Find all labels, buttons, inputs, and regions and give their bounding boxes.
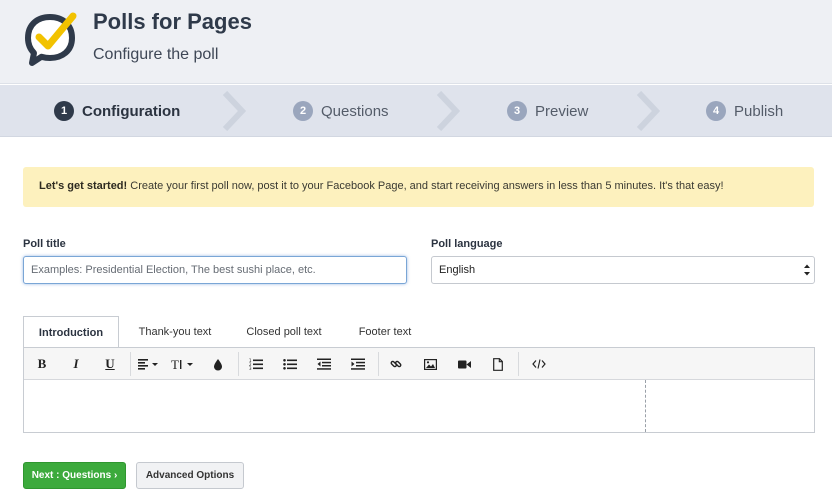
align-icon[interactable] — [134, 348, 164, 380]
tab-closed-poll-text[interactable]: Closed poll text — [235, 316, 333, 348]
select-arrows-icon — [804, 264, 810, 276]
ordered-list-icon[interactable]: 123 — [242, 348, 270, 380]
unordered-list-icon[interactable] — [276, 348, 304, 380]
toolbar-divider — [518, 352, 519, 376]
rich-text-editor: B I U T 123 — [23, 347, 815, 433]
poll-language-label: Poll language — [431, 238, 503, 250]
link-icon[interactable] — [382, 348, 410, 380]
underline-icon[interactable]: U — [96, 348, 124, 380]
chevron-right-icon — [636, 91, 660, 131]
step-configuration[interactable]: 1 Configuration — [54, 85, 180, 137]
tab-footer-text[interactable]: Footer text — [345, 316, 425, 348]
step-label: Preview — [535, 102, 589, 120]
step-publish[interactable]: 4 Publish — [706, 85, 783, 137]
app-title: Polls for Pages — [93, 9, 252, 34]
poll-title-input[interactable] — [23, 256, 407, 284]
app-header: Polls for Pages Configure the poll — [0, 0, 832, 84]
image-icon[interactable] — [416, 348, 444, 380]
page-subtitle: Configure the poll — [93, 46, 219, 63]
alert-heading: Let's get started! — [39, 180, 128, 192]
svg-text:3: 3 — [249, 366, 252, 370]
speech-bubble-checkmark-icon — [25, 12, 77, 66]
getting-started-alert: Let's get started! Create your first pol… — [23, 167, 814, 207]
outdent-icon[interactable] — [310, 348, 338, 380]
editor-toolbar: B I U T 123 — [24, 347, 814, 380]
step-questions[interactable]: 2 Questions — [293, 85, 389, 137]
step-label: Configuration — [82, 102, 181, 120]
toolbar-divider — [238, 352, 239, 376]
step-number: 2 — [293, 101, 313, 121]
color-drop-icon[interactable] — [204, 348, 232, 380]
content-tabs: Introduction Thank-you text Closed poll … — [23, 316, 814, 349]
step-label: Questions — [321, 102, 389, 120]
chevron-right-icon — [222, 91, 246, 131]
advanced-options-button[interactable]: Advanced Options — [136, 462, 244, 489]
tab-introduction[interactable]: Introduction — [23, 316, 119, 349]
svg-text:T: T — [171, 358, 179, 370]
bold-icon[interactable]: B — [28, 348, 56, 380]
step-number: 3 — [507, 101, 527, 121]
next-questions-button[interactable]: Next : Questions › — [23, 462, 126, 489]
poll-title-label: Poll title — [23, 238, 66, 250]
poll-language-select[interactable]: English — [431, 256, 815, 284]
indent-icon[interactable] — [344, 348, 372, 380]
video-icon[interactable] — [450, 348, 478, 380]
wizard-steps: 1 Configuration 2 Questions 3 Preview 4 … — [0, 85, 832, 137]
text-size-icon[interactable]: T — [168, 348, 198, 380]
editor-width-guide — [645, 380, 646, 432]
step-preview[interactable]: 3 Preview — [507, 85, 588, 137]
editor-content-area[interactable] — [24, 380, 814, 432]
code-view-icon[interactable] — [524, 348, 554, 380]
chevron-right-icon — [436, 91, 460, 131]
toolbar-divider — [130, 352, 131, 376]
file-icon[interactable] — [484, 348, 512, 380]
selected-language: English — [439, 264, 476, 276]
italic-icon[interactable]: I — [62, 348, 90, 380]
step-label: Publish — [734, 102, 784, 120]
step-number: 4 — [706, 101, 726, 121]
toolbar-divider — [378, 352, 379, 376]
alert-text: Create your first poll now, post it to y… — [127, 180, 724, 192]
tab-thank-you-text[interactable]: Thank-you text — [127, 316, 223, 348]
step-number: 1 — [54, 101, 74, 121]
